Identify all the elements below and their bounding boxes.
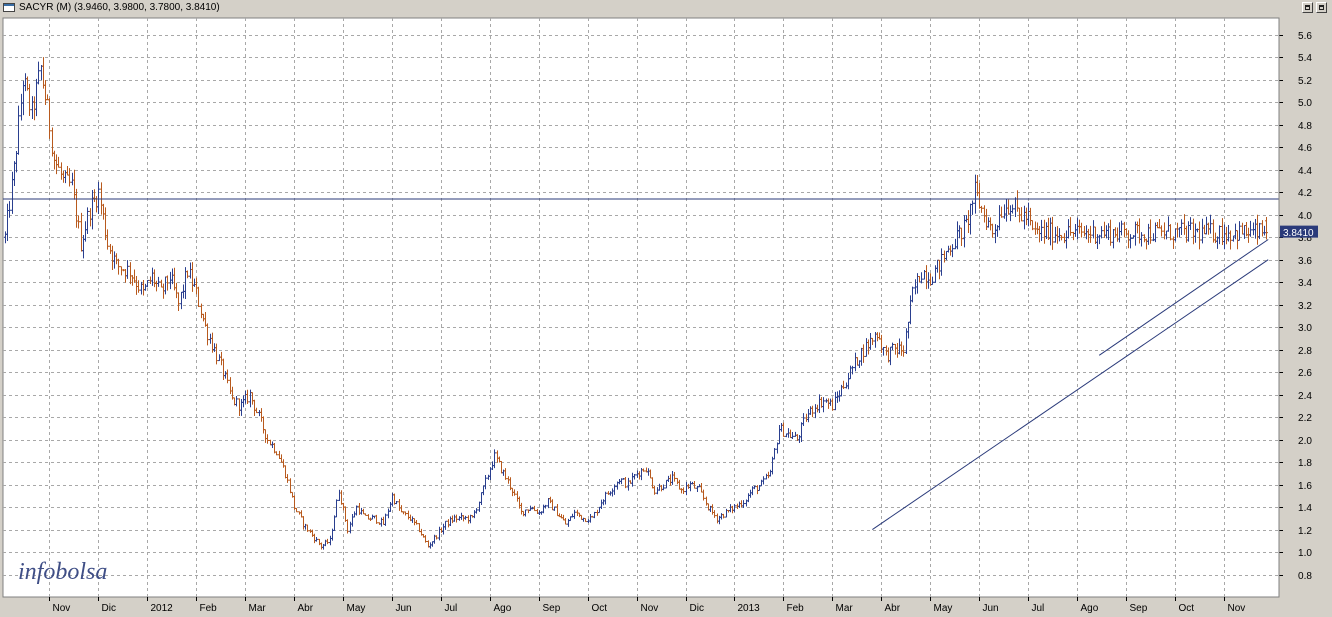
y-tick-label: 2.4	[1298, 391, 1312, 402]
infobolsa-logo: infobolsa	[18, 559, 107, 585]
y-tick-label: 3.2	[1298, 301, 1312, 312]
y-tick-label: 5.4	[1298, 53, 1312, 64]
y-tick-label: 4.0	[1298, 211, 1312, 222]
y-tick-label: 1.4	[1298, 503, 1312, 514]
x-tick-label: Dic	[690, 603, 704, 614]
x-tick-label: 2013	[738, 603, 761, 614]
y-tick-label: 2.2	[1298, 413, 1312, 424]
x-tick-label: 2012	[151, 603, 174, 614]
maximize-button[interactable]	[1316, 2, 1327, 13]
y-tick-label: 0.8	[1298, 571, 1312, 582]
x-tick-label: Jun	[983, 603, 999, 614]
x-tick-label: Abr	[298, 603, 314, 614]
plot-area	[2, 17, 1280, 598]
x-tick-label: Mar	[836, 603, 854, 614]
x-tick-label: Abr	[885, 603, 901, 614]
window-title: SACYR (M) (3.9460, 3.9800, 3.7800, 3.841…	[19, 2, 220, 13]
y-tick-label: 4.2	[1298, 188, 1312, 199]
y-tick-label: 4.4	[1298, 166, 1312, 177]
y-tick-label: 5.6	[1298, 31, 1312, 42]
x-tick-label: Oct	[592, 603, 608, 614]
x-tick-label: Nov	[1228, 603, 1246, 614]
x-tick-label: Sep	[1130, 603, 1148, 614]
restore-button[interactable]	[1302, 2, 1313, 13]
y-tick-label: 2.0	[1298, 436, 1312, 447]
x-tick-label: Jun	[396, 603, 412, 614]
y-tick-label: 1.6	[1298, 481, 1312, 492]
x-tick-label: May	[934, 603, 953, 614]
last-price-tag: 3.8410	[1280, 225, 1318, 239]
y-tick-label: 2.6	[1298, 368, 1312, 379]
x-tick-label: Feb	[787, 603, 805, 614]
y-tick-label: 4.8	[1298, 121, 1312, 132]
y-tick-label: 3.0	[1298, 323, 1312, 334]
x-tick-label: Ago	[1081, 603, 1099, 614]
x-tick-label: Ago	[494, 603, 512, 614]
x-tick-label: Feb	[200, 603, 218, 614]
x-tick-label: Oct	[1179, 603, 1195, 614]
chart-window-icon	[3, 3, 15, 12]
y-tick-label: 3.4	[1298, 278, 1312, 289]
x-tick-label: Sep	[543, 603, 561, 614]
x-tick-label: Mar	[249, 603, 267, 614]
x-tick-label: Jul	[445, 603, 458, 614]
y-tick-label: 5.2	[1298, 76, 1312, 87]
price-chart: 0.8 1.0 1.2 1.4 1.6 1.8 2.0 2.2 2.4 2.6 2.8 3.0 3.2 3…	[0, 16, 1332, 617]
y-tick-label: 5.0	[1298, 98, 1312, 109]
y-tick-label: 4.6	[1298, 143, 1312, 154]
y-tick-label: 3.6	[1298, 256, 1312, 267]
x-tick-label: Jul	[1032, 603, 1045, 614]
x-tick-label: Nov	[641, 603, 659, 614]
x-tick-label: Dic	[102, 603, 116, 614]
y-tick-label: 2.8	[1298, 346, 1312, 357]
chart-window: SACYR (M) (3.9460, 3.9800, 3.7800, 3.841…	[0, 0, 1332, 617]
y-tick-label: 1.8	[1298, 458, 1312, 469]
x-tick-label: May	[347, 603, 366, 614]
y-tick-label: 1.0	[1298, 548, 1312, 559]
title-bar: SACYR (M) (3.9460, 3.9800, 3.7800, 3.841…	[0, 0, 1332, 17]
x-tick-label: Nov	[53, 603, 71, 614]
y-tick-label: 1.2	[1298, 526, 1312, 537]
last-price-label: 3.8410	[1283, 228, 1314, 239]
